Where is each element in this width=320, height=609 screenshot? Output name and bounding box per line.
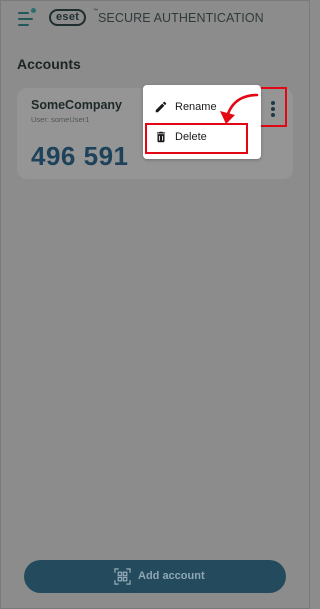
notification-dot	[31, 8, 36, 13]
pencil-icon	[155, 101, 167, 113]
eset-logo: eset	[49, 9, 87, 26]
annotation-arrow-icon	[220, 93, 259, 124]
add-account-button[interactable]: Add account	[24, 560, 286, 593]
menu-item-label: Rename	[175, 101, 217, 113]
account-user: User: someUser1	[31, 115, 90, 124]
section-title: Accounts	[17, 56, 81, 72]
app-screen: eset ™ SECURE AUTHENTICATION Accounts So…	[0, 0, 310, 609]
more-button-highlight-box	[259, 87, 287, 127]
hamburger-menu-icon[interactable]	[18, 11, 36, 27]
add-account-label: Add account	[138, 570, 205, 582]
qr-scan-icon	[114, 568, 131, 585]
app-title: SECURE AUTHENTICATION	[98, 11, 264, 25]
otp-code: 496 591	[31, 141, 129, 171]
account-name: SomeCompany	[31, 98, 122, 112]
app-header: eset ™ SECURE AUTHENTICATION	[1, 1, 309, 35]
